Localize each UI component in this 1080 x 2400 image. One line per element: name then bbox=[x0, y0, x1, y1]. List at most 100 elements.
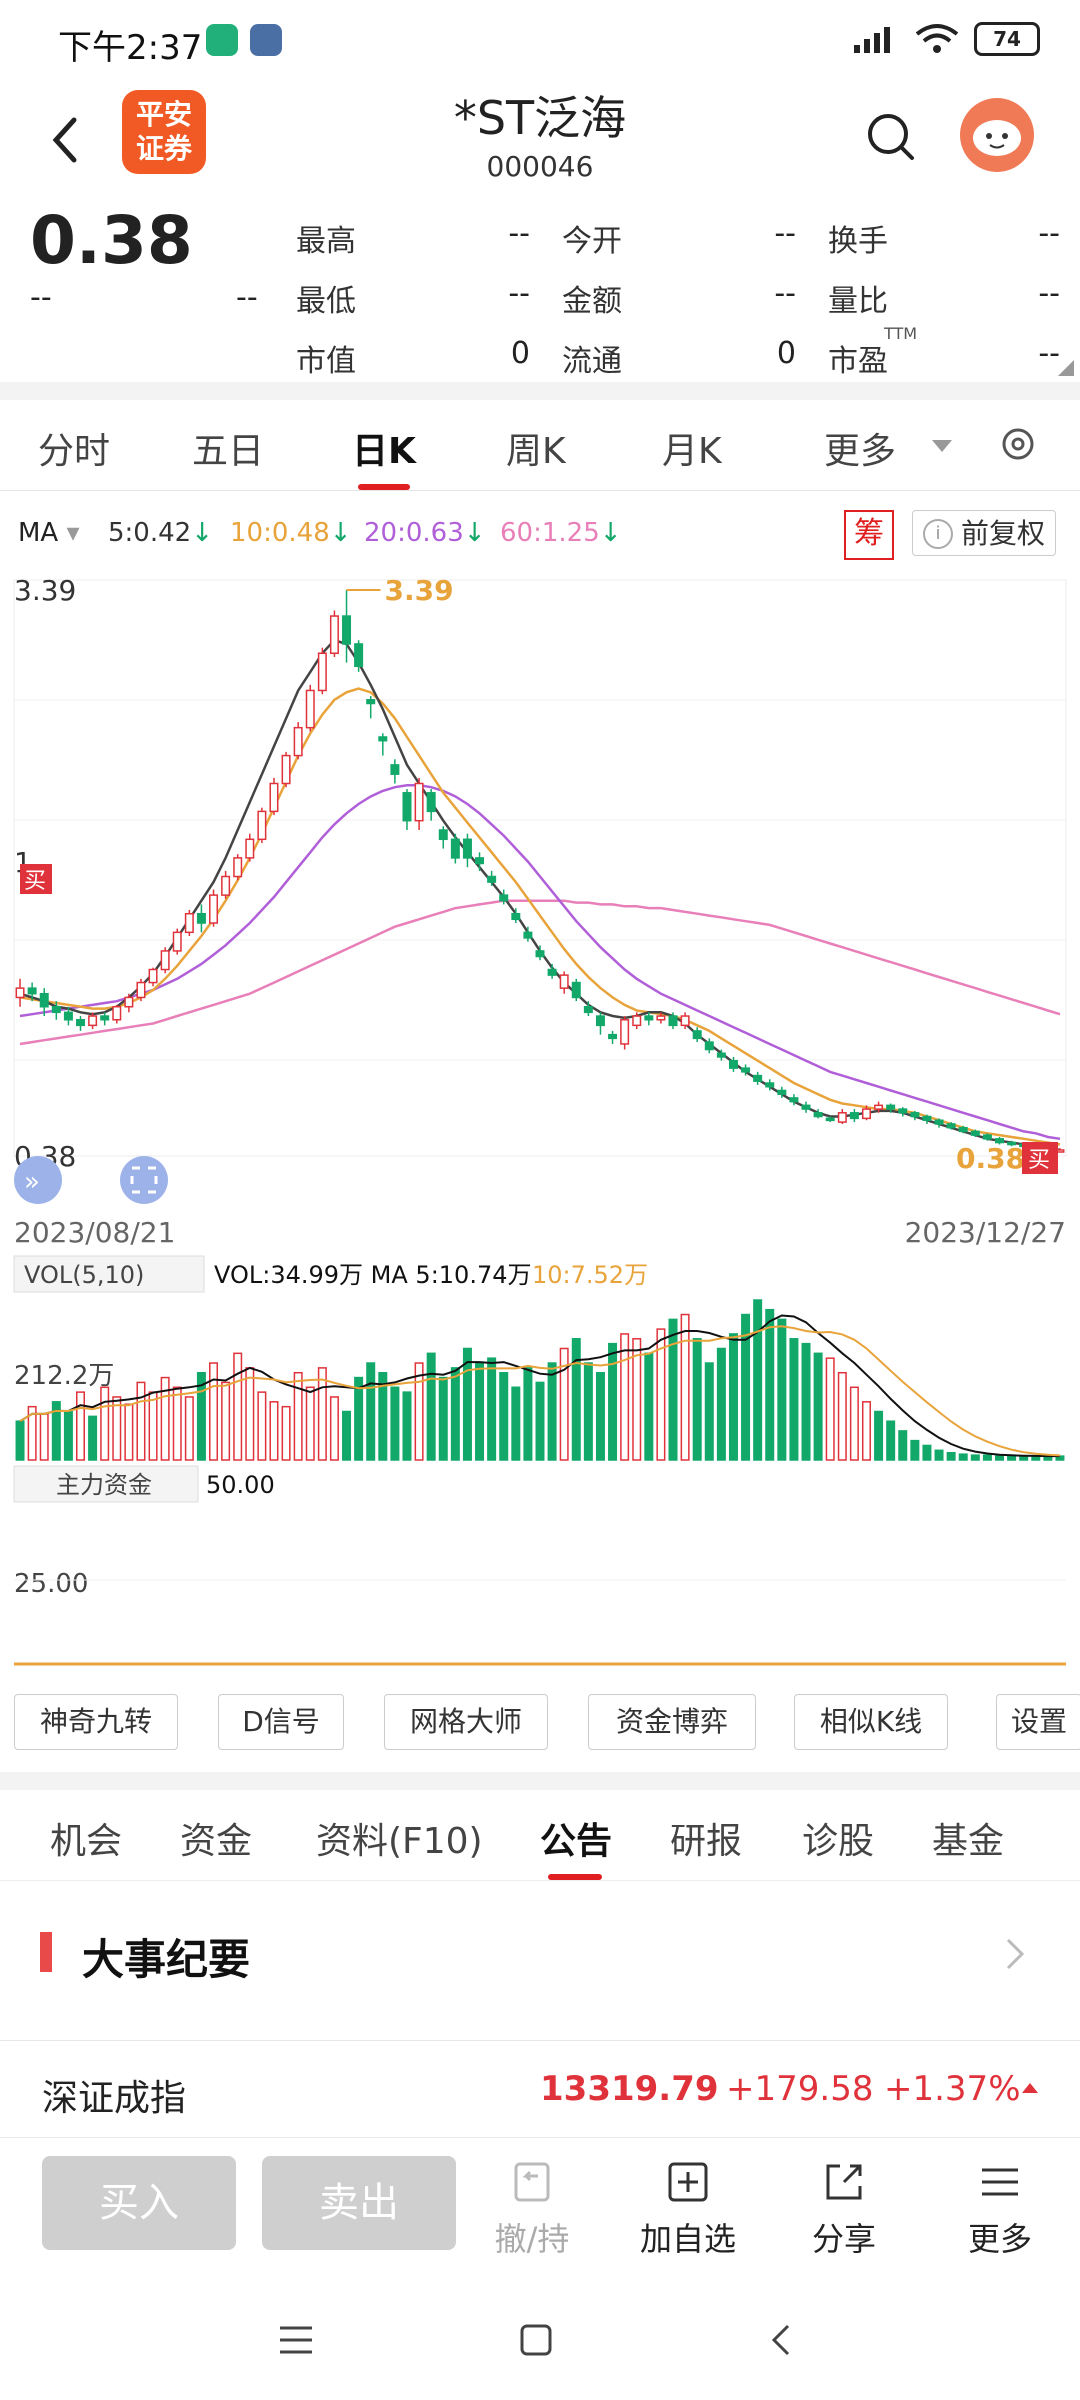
volume-bar bbox=[438, 1376, 448, 1461]
settings-gear-icon[interactable] bbox=[996, 422, 1040, 466]
candle-body bbox=[196, 912, 206, 924]
kline-tabs: 分时 五日 日K 周K 月K 更多 bbox=[0, 400, 1080, 491]
quote-value: -- bbox=[1038, 216, 1060, 251]
ma5-line bbox=[19, 638, 1061, 1152]
candle-body bbox=[63, 1011, 73, 1021]
arrow-down-icon: ↓ bbox=[329, 518, 352, 548]
section-title: 大事纪要 bbox=[82, 1935, 251, 1984]
tool-button[interactable]: D信号 bbox=[218, 1694, 344, 1750]
cancel-hold-button[interactable]: 撤/持 bbox=[472, 2158, 592, 2260]
expand-panel-icon[interactable]: » bbox=[14, 1156, 62, 1204]
add-watchlist-button[interactable]: 加自选 bbox=[628, 2158, 748, 2260]
tool-button[interactable]: 设置 bbox=[996, 1694, 1080, 1750]
candle-body bbox=[15, 987, 25, 999]
active-tab-underline bbox=[358, 484, 410, 490]
info-tab[interactable]: 资金 bbox=[180, 1812, 252, 1864]
chart-frame bbox=[13, 579, 1067, 1157]
fund-flow-header[interactable]: 主力资金 bbox=[13, 1465, 199, 1503]
volume-bar bbox=[209, 1362, 219, 1461]
more-label: 更多 bbox=[967, 2220, 1032, 2258]
tool-button[interactable]: 资金博弈 bbox=[588, 1694, 756, 1750]
share-button[interactable]: 分享 bbox=[784, 2158, 904, 2260]
volume-bar bbox=[704, 1362, 714, 1461]
info-tab[interactable]: 诊股 bbox=[802, 1812, 874, 1864]
kline-tab[interactable]: 月K bbox=[662, 422, 722, 474]
candle-body bbox=[88, 1015, 98, 1027]
back-icon[interactable] bbox=[40, 110, 90, 170]
tool-button[interactable]: 网格大师 bbox=[384, 1694, 548, 1750]
kline-tab[interactable]: 五日 bbox=[192, 422, 264, 474]
candle-body bbox=[76, 1019, 86, 1027]
kline-tab[interactable]: 更多 bbox=[824, 422, 896, 474]
section-marker bbox=[40, 1932, 52, 1972]
svg-text:»: » bbox=[24, 1167, 40, 1197]
volume-bar bbox=[777, 1318, 787, 1461]
candle-body bbox=[281, 754, 291, 785]
info-tab[interactable]: 研报 bbox=[670, 1812, 742, 1864]
caret-up-icon bbox=[1022, 2083, 1038, 2093]
tool-button[interactable]: 相似K线 bbox=[794, 1694, 948, 1750]
volume-bar bbox=[426, 1352, 436, 1461]
candle-body bbox=[475, 857, 485, 865]
index-change-pct: +1.37% bbox=[884, 2069, 1021, 2109]
volume-bar bbox=[136, 1381, 146, 1461]
index-name: 深证成指 bbox=[42, 2078, 187, 2119]
ma-selector[interactable]: MA ▾ bbox=[18, 518, 80, 548]
ma-value-text: 20:0.63 bbox=[364, 518, 464, 548]
volume-bar bbox=[849, 1386, 859, 1461]
fund-level-label: 25.00 bbox=[14, 1569, 88, 1599]
volume-bar bbox=[511, 1386, 521, 1461]
candle-body bbox=[849, 1112, 859, 1120]
chip-button[interactable]: 筹 bbox=[844, 510, 894, 560]
more-button[interactable]: 更多 bbox=[940, 2158, 1060, 2260]
home-nav-icon[interactable] bbox=[518, 2322, 554, 2358]
volume-bar bbox=[910, 1439, 920, 1461]
index-ticker[interactable]: 深证成指 13319.79 +179.58 +1.37% bbox=[0, 2040, 1080, 2138]
volume-bar bbox=[39, 1413, 49, 1461]
back-nav-icon[interactable] bbox=[766, 2322, 796, 2358]
info-tab[interactable]: 资料(F10) bbox=[316, 1812, 483, 1864]
info-tab[interactable]: 基金 bbox=[932, 1812, 1004, 1864]
candle-body bbox=[620, 1019, 630, 1045]
kline-chart[interactable]: 3.3910.383.390.38买买»2023/08/21 2023/12/27… bbox=[0, 560, 1080, 1680]
events-section[interactable]: 大事纪要 bbox=[0, 1890, 1080, 2040]
menu-list-icon bbox=[982, 2168, 1018, 2196]
kline-tab[interactable]: 日K bbox=[352, 422, 416, 474]
menu-nav-icon[interactable] bbox=[276, 2322, 316, 2358]
buy-button[interactable]: 买入 bbox=[42, 2156, 236, 2250]
candle-body bbox=[813, 1112, 823, 1118]
ma-value-text: 60:1.25 bbox=[500, 518, 600, 548]
candle-body bbox=[970, 1130, 980, 1136]
buy-signal-label: 买 bbox=[1028, 1148, 1050, 1173]
tool-button[interactable]: 神奇九转 bbox=[14, 1694, 178, 1750]
kline-tab[interactable]: 分时 bbox=[38, 422, 110, 474]
candle-body bbox=[874, 1104, 884, 1110]
volume-indicator-label: VOL(5,10) bbox=[24, 1261, 144, 1289]
assistant-avatar[interactable] bbox=[960, 98, 1034, 172]
volume-bar bbox=[450, 1367, 460, 1461]
buy-signal-label: 买 bbox=[24, 869, 46, 894]
quote-value: -- bbox=[1038, 336, 1060, 371]
volume-header[interactable]: VOL(5,10) bbox=[13, 1255, 205, 1293]
search-icon[interactable] bbox=[862, 108, 918, 164]
fullscreen-icon[interactable] bbox=[120, 1156, 168, 1204]
quote-value: -- bbox=[508, 276, 530, 311]
date-end: 2023/12/27 bbox=[905, 1216, 1066, 1249]
volume-bar bbox=[946, 1451, 956, 1461]
candle-body bbox=[692, 1030, 702, 1040]
info-tab[interactable]: 公告 bbox=[540, 1812, 612, 1864]
adjust-button[interactable]: i 前复权 bbox=[912, 510, 1056, 556]
candle-body bbox=[329, 615, 339, 655]
dropdown-icon[interactable] bbox=[930, 438, 954, 454]
sell-button[interactable]: 卖出 bbox=[262, 2156, 456, 2250]
chevron-right-icon[interactable] bbox=[1000, 1934, 1030, 1974]
assistant-face-icon bbox=[973, 120, 1021, 156]
candle-body bbox=[354, 643, 364, 668]
signal-icon bbox=[854, 27, 890, 53]
info-tab[interactable]: 机会 bbox=[50, 1812, 122, 1864]
kline-tab[interactable]: 周K bbox=[506, 422, 566, 474]
candle-body bbox=[209, 894, 219, 924]
last-price: 0.38 bbox=[30, 202, 193, 279]
volume-ma10: 10:7.52万 bbox=[532, 1261, 648, 1289]
share-icon bbox=[826, 2164, 862, 2200]
